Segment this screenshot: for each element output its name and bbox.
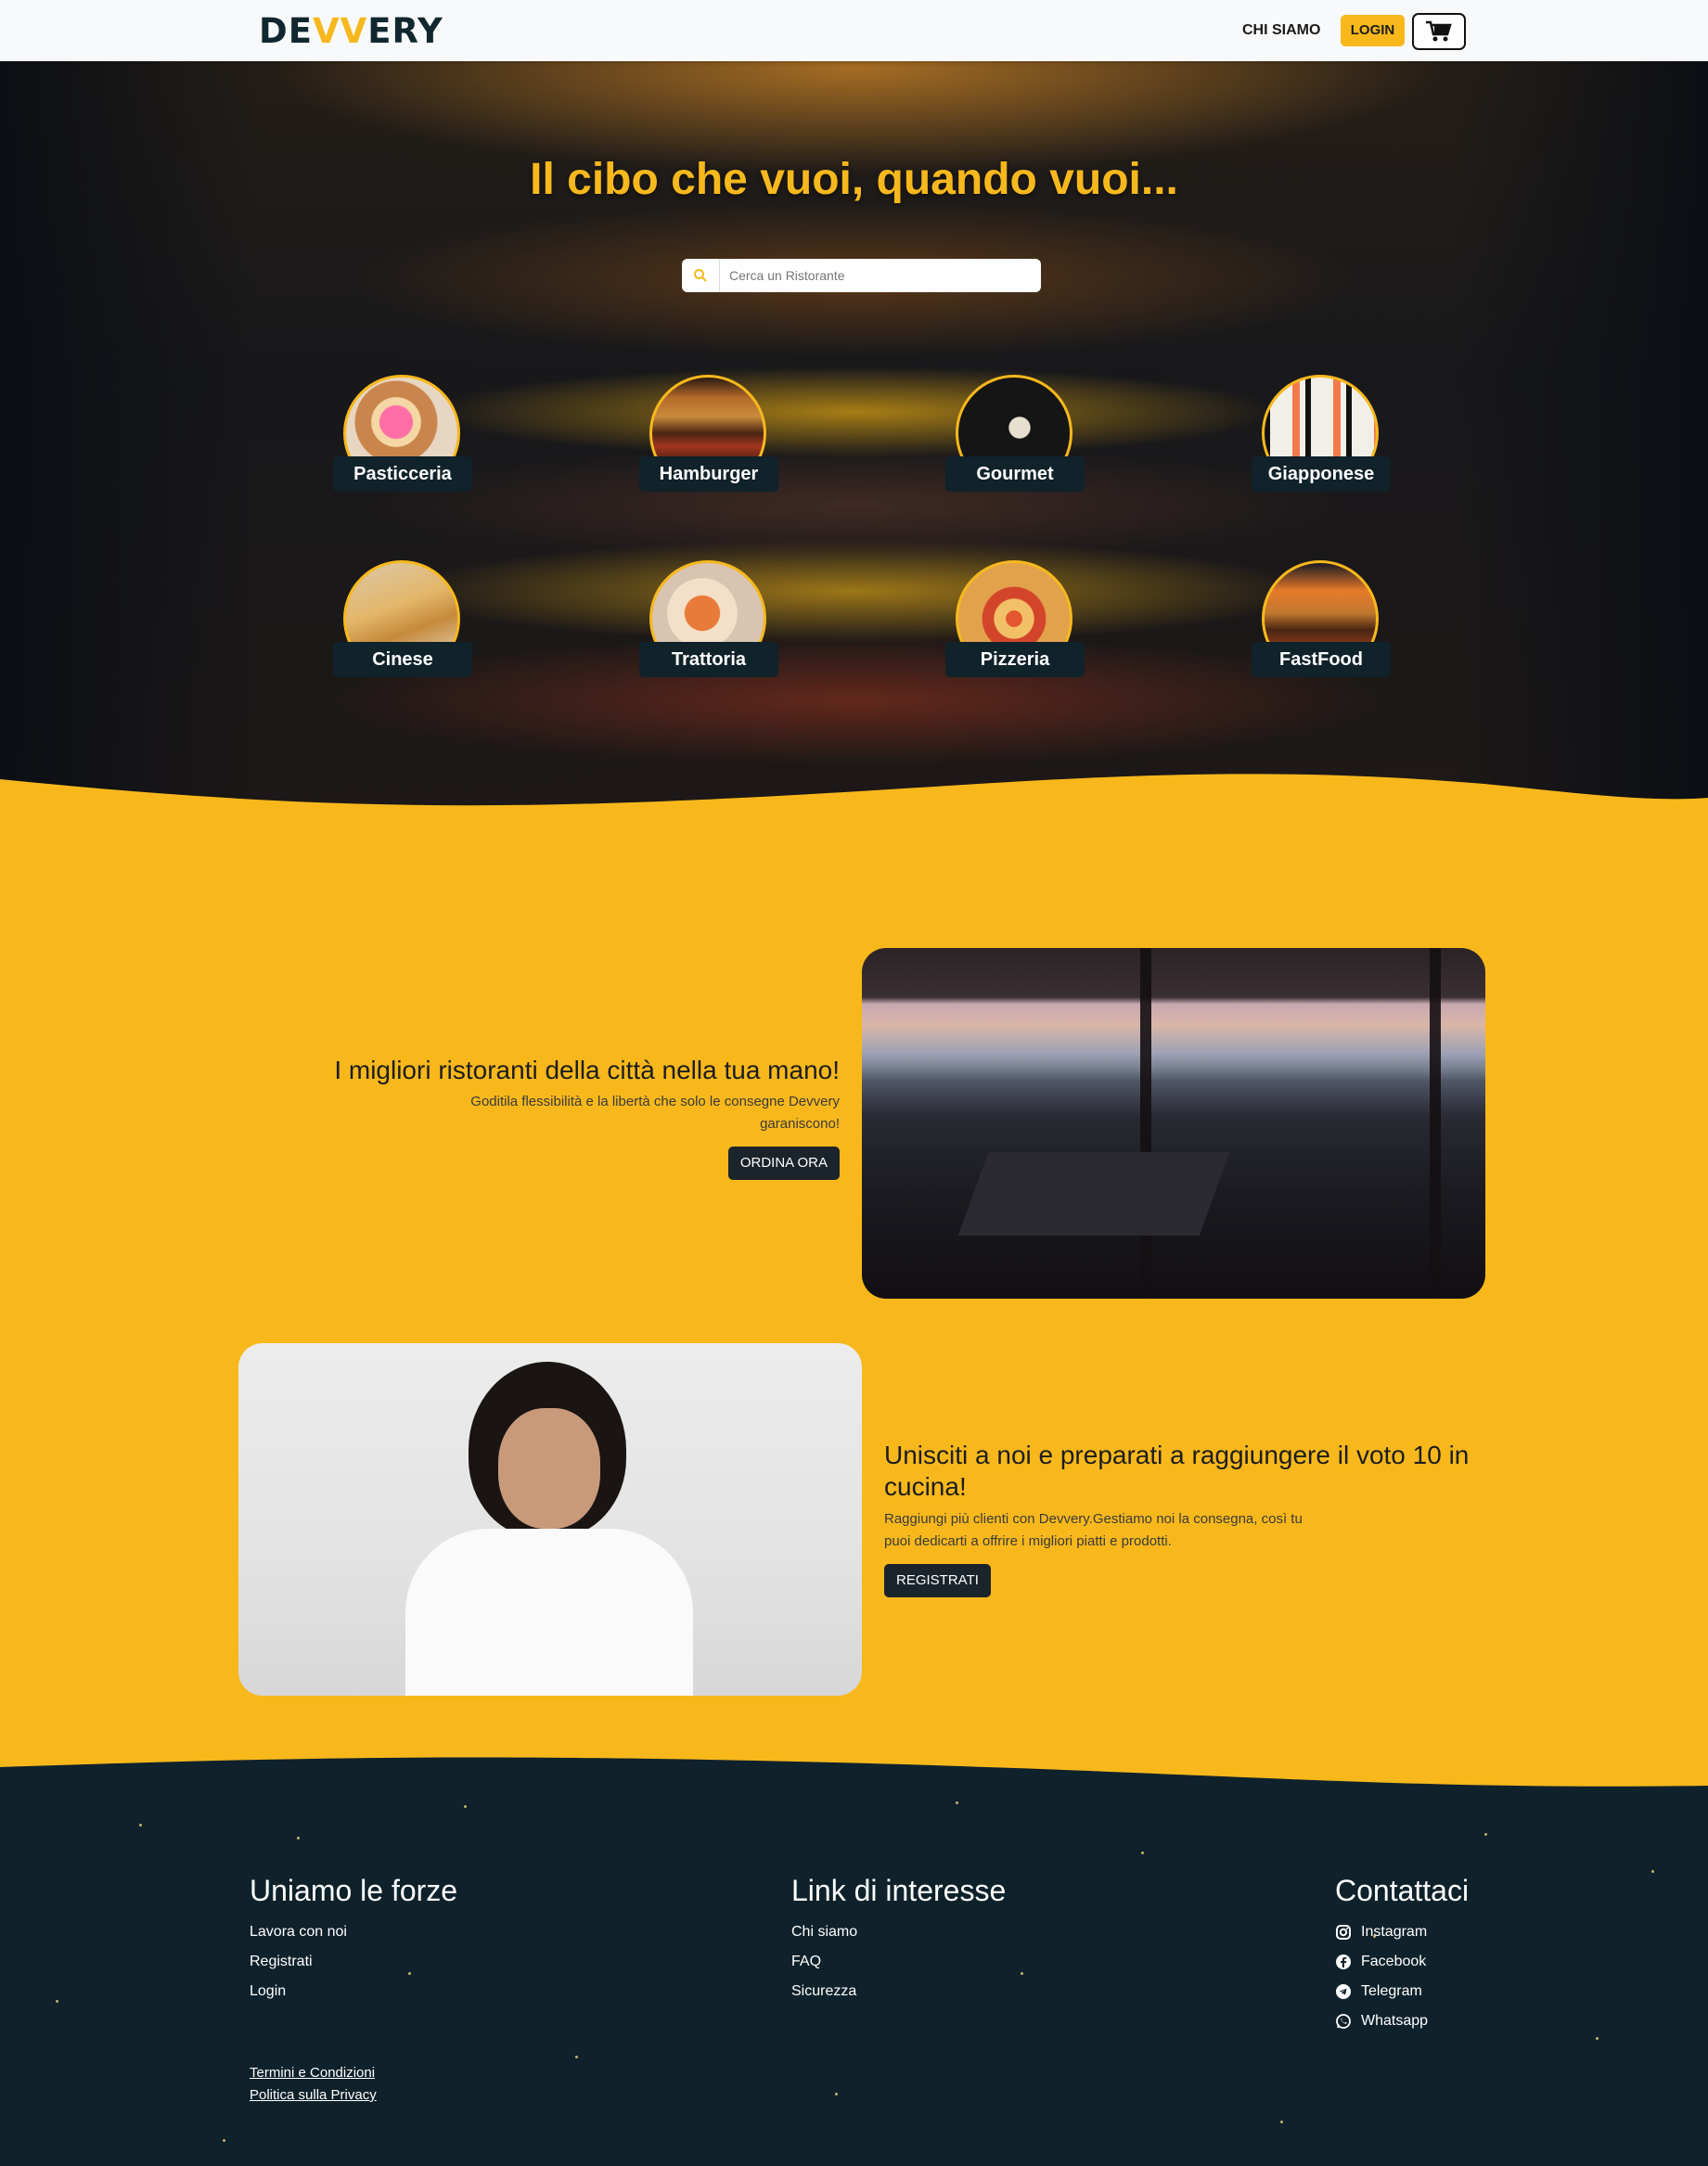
chef-image (238, 1343, 862, 1696)
category-label: FastFood (1252, 642, 1391, 677)
footer-link-sicurezza[interactable]: Sicurezza (791, 1977, 1006, 2006)
privacy-link[interactable]: Politica sulla Privacy (250, 2084, 377, 2107)
navbar: DEVVERY CHI SIAMO LOGIN (0, 0, 1708, 61)
footer-col-contacts: Contattaci Instagram Facebook Telegram W… (1335, 1874, 1469, 2036)
join-block: Unisciti a noi e preparati a raggiungere… (884, 1440, 1478, 1597)
category-label: Trattoria (639, 642, 778, 677)
footer-col-title: Contattaci (1335, 1874, 1470, 1907)
footer-link-chi-siamo[interactable]: Chi siamo (791, 1917, 1006, 1947)
footer-link-label: Whatsapp (1361, 2013, 1429, 2029)
cart-icon (1426, 20, 1452, 42)
category-label: Giapponese (1252, 456, 1391, 492)
order-now-button[interactable]: ORDINA ORA (727, 1147, 840, 1180)
category-label: Cinese (333, 642, 472, 677)
restaurants-block: I migliori ristoranti della città nella … (278, 1056, 840, 1180)
cart-button[interactable] (1412, 13, 1466, 50)
footer-link-whatsapp[interactable]: Whatsapp (1335, 2006, 1469, 2036)
legal-links: Termini e Condizioni Politica sulla Priv… (250, 2062, 377, 2107)
category-label: Pasticceria (333, 456, 472, 492)
join-text: Raggiungi più clienti con Devvery.Gestia… (884, 1511, 1303, 1549)
category-label: Hamburger (639, 456, 778, 492)
footer-link-label: Telegram (1361, 1983, 1422, 1999)
category-label: Pizzeria (945, 642, 1085, 677)
search-bar[interactable] (682, 259, 1041, 292)
category-fastfood[interactable]: FastFood (1252, 560, 1391, 685)
search-icon (682, 259, 720, 292)
category-gourmet[interactable]: Gourmet (945, 375, 1085, 499)
footer-link-login[interactable]: Login (250, 1977, 457, 2006)
footer-link-label: Instagram (1361, 1924, 1428, 1940)
wave-divider-top (0, 774, 1708, 844)
restaurants-text: Goditila flessibilità e la libertà che s… (470, 1094, 840, 1132)
join-title: Unisciti a noi e preparati a raggiungere… (884, 1441, 1470, 1501)
footer-link-registrati[interactable]: Registrati (250, 1947, 457, 1977)
register-button[interactable]: REGISTRATI (884, 1564, 991, 1597)
nav-link-chi-siamo[interactable]: CHI SIAMO (1242, 19, 1320, 43)
facebook-icon (1336, 1955, 1351, 1969)
category-cinese[interactable]: Cinese (333, 560, 472, 685)
footer-col-title: Uniamo le forze (250, 1874, 458, 1907)
footer-link-telegram[interactable]: Telegram (1335, 1977, 1469, 2006)
footer-link-faq[interactable]: FAQ (791, 1947, 1006, 1977)
category-giapponese[interactable]: Giapponese (1252, 375, 1391, 499)
footer-col-title: Link di interesse (791, 1874, 1007, 1907)
devvery-logo[interactable]: DEVVERY (259, 11, 443, 52)
category-label: Gourmet (945, 456, 1085, 492)
footer-col-links: Link di interesse Chi siamo FAQ Sicurezz… (791, 1874, 1006, 2006)
category-pasticceria[interactable]: Pasticceria (333, 375, 472, 499)
search-input[interactable] (720, 267, 1028, 284)
footer-link-label: Facebook (1361, 1954, 1427, 1969)
terms-link[interactable]: Termini e Condizioni (250, 2062, 377, 2084)
hero-title: Il cibo che vuoi, quando vuoi... (530, 155, 1178, 204)
telegram-icon (1336, 1984, 1351, 1999)
hero-section: Il cibo che vuoi, quando vuoi... Pasticc… (0, 61, 1708, 840)
restaurant-image (862, 948, 1485, 1299)
whatsapp-icon (1336, 2014, 1351, 2029)
footer-link-lavora[interactable]: Lavora con noi (250, 1917, 457, 1947)
footer-link-instagram[interactable]: Instagram (1335, 1917, 1469, 1947)
footer-col-join: Uniamo le forze Lavora con noi Registrat… (250, 1874, 457, 2006)
restaurants-title: I migliori ristoranti della città nella … (334, 1056, 840, 1084)
category-trattoria[interactable]: Trattoria (639, 560, 778, 685)
category-hamburger[interactable]: Hamburger (639, 375, 778, 499)
login-button[interactable]: LOGIN (1341, 15, 1405, 46)
footer-link-facebook[interactable]: Facebook (1335, 1947, 1469, 1977)
category-pizzeria[interactable]: Pizzeria (945, 560, 1085, 685)
instagram-icon (1336, 1925, 1351, 1940)
